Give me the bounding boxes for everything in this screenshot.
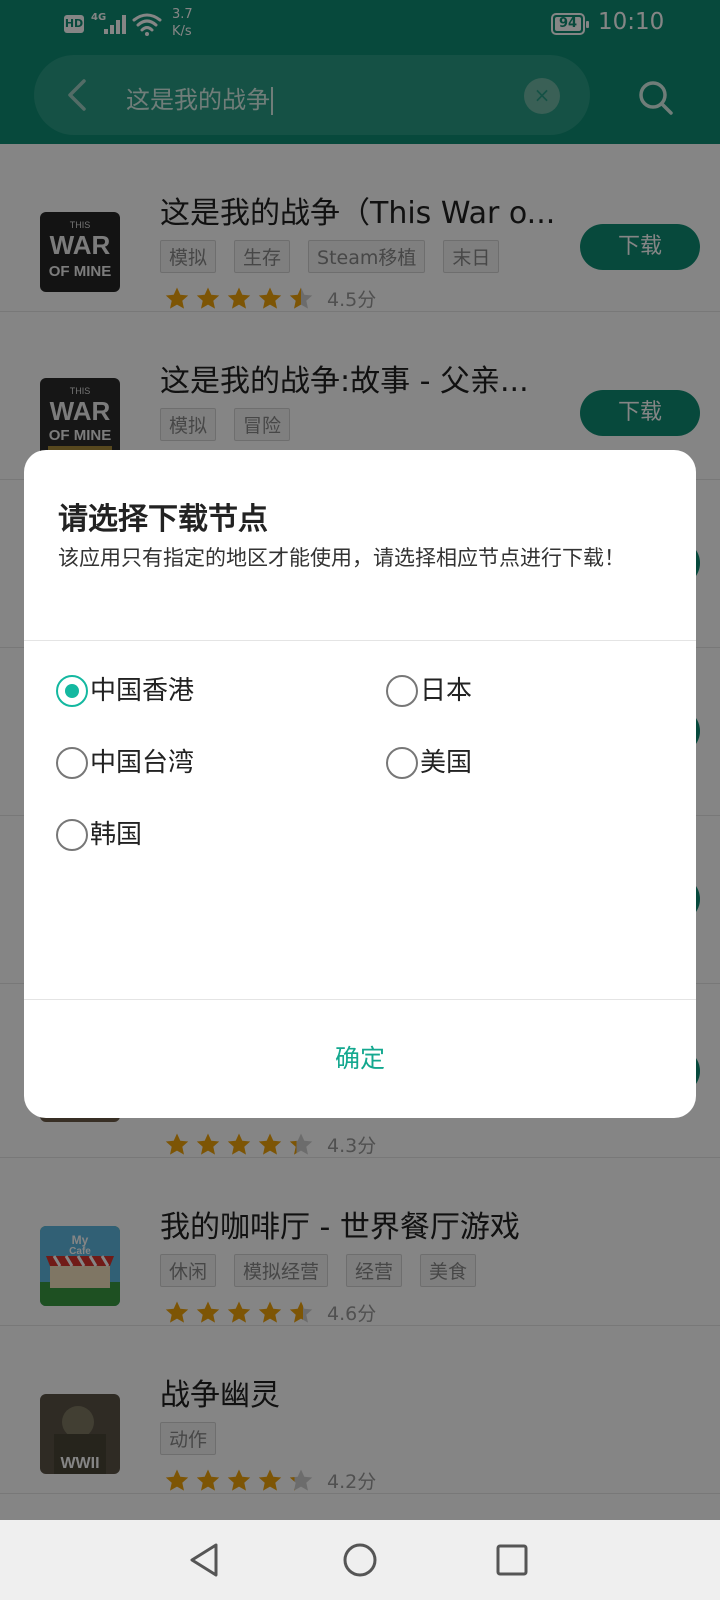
option-label: 韩国 <box>90 820 143 850</box>
radio-button[interactable] <box>56 675 88 707</box>
option-hongkong[interactable]: 中国香港 <box>56 672 356 712</box>
radio-button[interactable] <box>56 747 88 779</box>
option-taiwan[interactable]: 中国台湾 <box>56 744 356 784</box>
option-label: 美国 <box>420 748 473 778</box>
option-korea[interactable]: 韩国 <box>56 816 356 856</box>
system-nav-bar <box>0 1520 720 1600</box>
dialog-title: 请选择下载节点 <box>58 502 268 537</box>
radio-button[interactable] <box>386 675 418 707</box>
node-select-dialog: 请选择下载节点 该应用只有指定的地区才能使用，请选择相应节点进行下载！ 中国香港… <box>24 450 696 1118</box>
divider <box>24 640 696 641</box>
dialog-description: 该应用只有指定的地区才能使用，请选择相应节点进行下载！ <box>58 546 625 570</box>
circle-home-icon[interactable] <box>340 1540 380 1580</box>
square-recents-icon[interactable] <box>492 1540 532 1580</box>
option-japan[interactable]: 日本 <box>386 672 666 712</box>
triangle-back-icon[interactable] <box>184 1540 224 1580</box>
option-usa[interactable]: 美国 <box>386 744 666 784</box>
radio-button[interactable] <box>386 747 418 779</box>
option-label: 日本 <box>420 676 473 706</box>
confirm-button[interactable]: 确定 <box>24 1000 696 1118</box>
option-label: 中国香港 <box>90 676 195 706</box>
radio-button[interactable] <box>56 819 88 851</box>
option-label: 中国台湾 <box>90 748 195 778</box>
